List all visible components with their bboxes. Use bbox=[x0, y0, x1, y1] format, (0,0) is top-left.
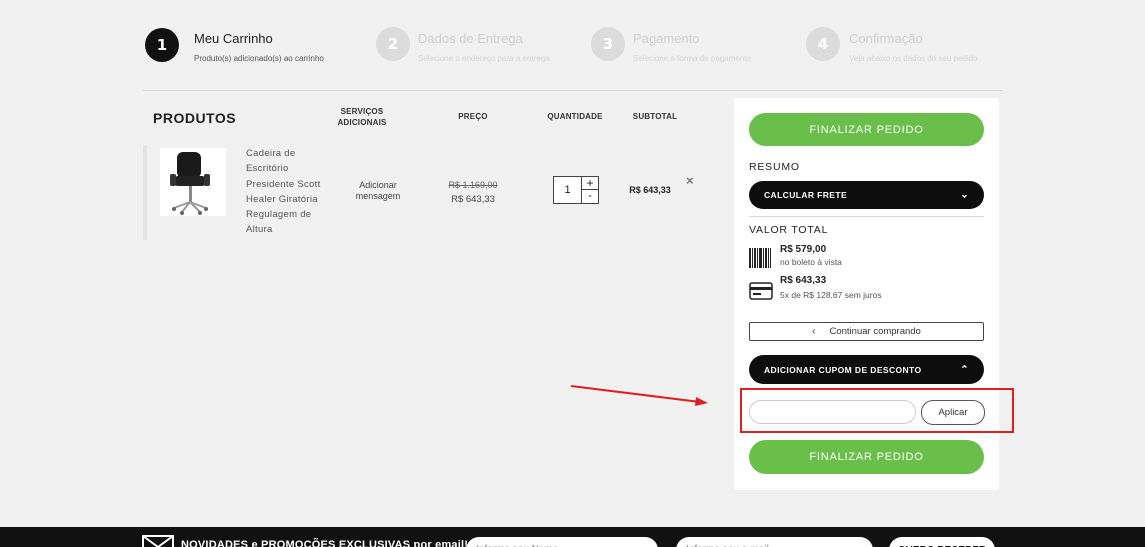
newsletter-name-input[interactable]: Informe seu Nome bbox=[466, 537, 658, 547]
col-qty-header: QUANTIDADE bbox=[547, 112, 603, 121]
finalize-order-button-bottom[interactable]: FINALIZAR PEDIDO bbox=[749, 440, 984, 474]
product-name-line: Healer Giratória bbox=[246, 193, 318, 205]
step-3-circle: 3 bbox=[591, 27, 625, 61]
total-heading: VALOR TOTAL bbox=[749, 224, 829, 236]
col-price-header: PREÇO bbox=[458, 112, 488, 121]
product-image[interactable] bbox=[160, 148, 226, 216]
chevron-left-icon: ‹ bbox=[812, 326, 816, 337]
chevron-up-icon: ⌃ bbox=[960, 364, 969, 375]
calc-shipping-button[interactable]: CALCULAR FRETE ⌄ bbox=[749, 181, 984, 209]
step-3-subtitle: Selecione a forma de pagamento bbox=[633, 54, 751, 63]
step-4-title: Confirmação bbox=[849, 31, 923, 46]
current-price: R$ 643,33 bbox=[451, 194, 495, 205]
product-name-line: Cadeira de bbox=[246, 148, 296, 159]
product-name-line: Regulagem de bbox=[246, 209, 312, 221]
coupon-toggle-button[interactable]: ADICIONAR CUPOM DE DESCONTO ⌃ bbox=[749, 355, 984, 384]
steps-divider bbox=[143, 90, 1003, 91]
credit-card-icon bbox=[749, 282, 773, 305]
col-services-line1: SERVIÇOS bbox=[340, 107, 384, 116]
quantity-value[interactable]: 1 bbox=[554, 177, 581, 203]
remove-item-icon[interactable]: × bbox=[686, 173, 694, 188]
quantity-plus-button[interactable]: + bbox=[582, 177, 598, 190]
product-name-line: Presidente Scott bbox=[246, 178, 321, 190]
newsletter-submit-button[interactable]: QUERO RECEBER bbox=[889, 537, 995, 547]
step-1-circle: 1 bbox=[145, 28, 179, 62]
add-message-link[interactable]: Adicionar mensagem bbox=[343, 180, 413, 202]
newsletter-text: NOVIDADES e PROMOÇÕES EXCLUSIVAS por ema… bbox=[181, 539, 469, 547]
boleto-note: no boleto à vista bbox=[780, 257, 842, 267]
boleto-price: R$ 579,00 bbox=[780, 244, 827, 255]
row-accent-bar bbox=[143, 145, 147, 240]
card-price: R$ 643,33 bbox=[780, 275, 827, 286]
old-price: R$ 1.169,00 bbox=[448, 180, 498, 190]
chair-image bbox=[170, 152, 210, 215]
col-services-line2: ADICIONAIS bbox=[337, 118, 387, 127]
row-subtotal: R$ 643,33 bbox=[629, 185, 671, 195]
product-name[interactable]: Cadeira de Escritório Presidente Scott H… bbox=[246, 146, 321, 238]
step-3-title: Pagamento bbox=[633, 31, 700, 46]
annotation-arrow bbox=[570, 385, 708, 406]
add-message-line2: mensagem bbox=[355, 191, 401, 201]
summary-divider bbox=[749, 216, 984, 217]
products-heading: PRODUTOS bbox=[153, 110, 237, 126]
step-2-subtitle: Selecione o endereço para a entrega bbox=[418, 54, 550, 63]
step-2-circle: 2 bbox=[376, 27, 410, 61]
newsletter-email-input[interactable]: Informe seu e-mail bbox=[676, 537, 873, 547]
step-4-circle: 4 bbox=[806, 27, 840, 61]
product-name-line: Altura bbox=[246, 224, 273, 236]
step-4-subtitle: Veja abaixo os dados do seu pedido bbox=[849, 54, 978, 63]
col-subtotal-header: SUBTOTAL bbox=[632, 112, 678, 121]
add-message-line1: Adicionar bbox=[359, 180, 397, 190]
coupon-toggle-label: ADICIONAR CUPOM DE DESCONTO bbox=[764, 364, 922, 375]
step-1-subtitle: Produto(s) adicionado(s) ao carrinho bbox=[194, 54, 324, 63]
product-name-line: Escritório bbox=[246, 163, 289, 175]
step-1-title: Meu Carrinho bbox=[194, 31, 273, 46]
col-services-header: SERVIÇOS ADICIONAIS bbox=[332, 106, 392, 128]
step-2-title: Dados de Entrega bbox=[418, 31, 523, 46]
finalize-order-button[interactable]: FINALIZAR PEDIDO bbox=[749, 113, 984, 146]
quantity-minus-button[interactable]: - bbox=[582, 190, 598, 203]
continue-shopping-label: Continuar comprando bbox=[829, 326, 921, 337]
chevron-down-icon: ⌄ bbox=[960, 189, 969, 201]
barcode-icon bbox=[749, 248, 771, 273]
annotation-highlight-box bbox=[740, 388, 1014, 433]
continue-shopping-button[interactable]: ‹ Continuar comprando bbox=[749, 322, 984, 341]
summary-heading: RESUMO bbox=[749, 161, 800, 173]
quantity-stepper: 1 + - bbox=[553, 176, 599, 204]
mail-icon bbox=[142, 535, 174, 547]
calc-shipping-label: CALCULAR FRETE bbox=[764, 190, 848, 200]
card-installments: 5x de R$ 128,67 sem juros bbox=[780, 290, 882, 300]
newsletter-bar: NOVIDADES e PROMOÇÕES EXCLUSIVAS por ema… bbox=[0, 527, 1145, 547]
